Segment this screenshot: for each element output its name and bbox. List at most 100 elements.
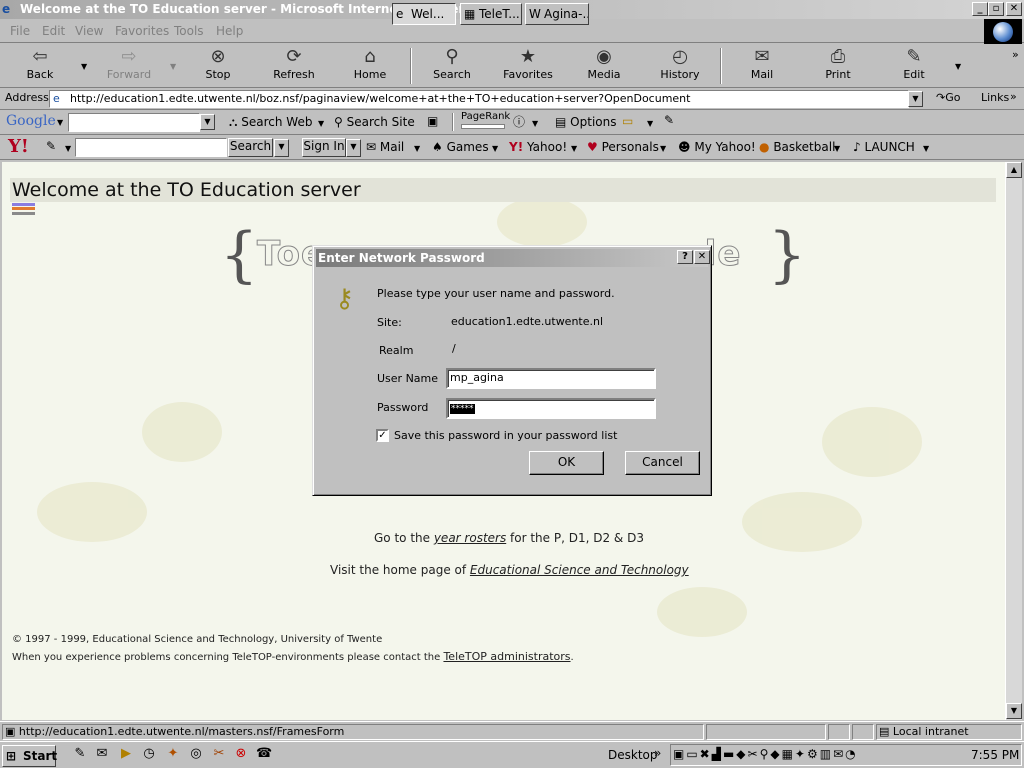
dialog-close-button[interactable]: ✕: [694, 250, 710, 264]
close-button[interactable]: ✕: [1006, 2, 1022, 16]
mail-button[interactable]: ✉ Mail: [734, 46, 790, 86]
dialog-title-bar: Enter Network Password ? ✕: [316, 249, 710, 267]
back-dropdown-icon[interactable]: ▼: [81, 62, 87, 71]
page-info-icon[interactable]: ⓘ: [513, 113, 525, 130]
yahoo-search-button[interactable]: Search: [228, 138, 273, 157]
highlighter-icon[interactable]: ✎: [664, 113, 674, 127]
vertical-scrollbar[interactable]: ▲ ▼: [1005, 162, 1022, 720]
yahoo-search-dropdown-icon[interactable]: ▼: [274, 139, 289, 157]
ok-button[interactable]: OK: [529, 451, 604, 475]
forward-button[interactable]: ⇨ Forward: [101, 46, 157, 86]
yahoo-basketball-button[interactable]: ● Basketball: [759, 140, 835, 154]
yahoo-myyahoo-button[interactable]: ☻ My Yahoo!: [678, 140, 756, 154]
edit-button[interactable]: ✎ Edit: [886, 46, 942, 86]
google-toolbar: Google ▼ ▼ ⛬ Search Web ▼ ⚲ Search Site …: [0, 110, 1024, 135]
print-button[interactable]: ⎙ Print: [810, 46, 866, 86]
media-button[interactable]: ◉ Media: [576, 46, 632, 86]
basketball-icon: ●: [759, 140, 770, 154]
yahoo-basketball-dropdown-icon[interactable]: ▼: [834, 144, 840, 153]
yahoo-personals-button[interactable]: ♥ Personals: [587, 140, 659, 154]
quicklaunch-icon[interactable]: ◷: [141, 746, 157, 762]
google-search-web-button[interactable]: ⛬ Search Web: [229, 115, 312, 130]
yahoo-mail-button[interactable]: ✉ Mail: [366, 140, 404, 154]
quicklaunch-icon[interactable]: ✦: [165, 746, 181, 762]
google-menu-dropdown-icon[interactable]: ▼: [57, 118, 63, 127]
quicklaunch-icon[interactable]: ☎: [256, 746, 272, 762]
cancel-button[interactable]: Cancel: [625, 451, 700, 475]
year-rosters-link[interactable]: year rosters: [434, 531, 506, 545]
site-label: Site:: [377, 316, 402, 329]
google-search-site-button[interactable]: ⚲ Search Site: [334, 115, 415, 129]
yahoo-games-dropdown-icon[interactable]: ▼: [492, 144, 498, 153]
search-web-dropdown-icon[interactable]: ▼: [318, 119, 324, 128]
favorites-button[interactable]: ★ Favorites: [500, 46, 556, 86]
scroll-down-icon[interactable]: ▼: [1006, 703, 1022, 719]
page-info-dropdown-icon[interactable]: ▼: [532, 119, 538, 128]
yahoo-signin-button[interactable]: Sign In: [302, 138, 346, 157]
yahoo-search-input[interactable]: [75, 138, 227, 157]
minimize-button[interactable]: _: [972, 2, 988, 16]
folder-dropdown-icon[interactable]: ▼: [647, 119, 653, 128]
quicklaunch-icon[interactable]: ✉: [94, 746, 110, 762]
menu-help[interactable]: Help: [216, 24, 243, 38]
links-chevron-icon[interactable]: »: [1010, 90, 1017, 103]
links-button[interactable]: Links: [981, 91, 1009, 104]
folder-icon[interactable]: ▭: [622, 114, 633, 128]
taskbar-item-agina[interactable]: W Agina-...: [525, 3, 589, 25]
taskbar-item-welcome[interactable]: e Wel...: [392, 3, 456, 25]
edit-dropdown-icon[interactable]: ▼: [955, 62, 961, 71]
quicklaunch-icon[interactable]: ✂: [211, 746, 227, 762]
quicklaunch-icon[interactable]: ▶: [118, 746, 134, 762]
google-search-dropdown-icon[interactable]: ▼: [200, 114, 215, 130]
menu-favorites[interactable]: Favorites: [115, 24, 169, 38]
menu-tools[interactable]: Tools: [174, 24, 204, 38]
restore-button[interactable]: ▫: [988, 2, 1004, 16]
yahoo-launch-button[interactable]: ♪ LAUNCH: [853, 140, 915, 154]
news-icon[interactable]: ▣: [427, 114, 438, 128]
toolbar-overflow-chevron-icon[interactable]: »: [1012, 48, 1019, 61]
yahoo-logo[interactable]: Y!: [8, 136, 29, 157]
taskbar-item-teletop[interactable]: ▦ TeleT...: [460, 3, 522, 25]
forward-dropdown-icon[interactable]: ▼: [170, 62, 176, 71]
google-options-button[interactable]: ▤ Options: [555, 115, 616, 129]
yahoo-games-button[interactable]: ♠ Games: [432, 140, 489, 154]
quicklaunch-icon[interactable]: ◎: [188, 746, 204, 762]
dialog-help-button[interactable]: ?: [677, 250, 693, 264]
history-button[interactable]: ◴ History: [652, 46, 708, 86]
menu-file[interactable]: File: [10, 24, 30, 38]
quicklaunch-icon[interactable]: ✎: [72, 746, 88, 762]
yahoo-home-button[interactable]: Y! Yahoo!: [509, 140, 567, 154]
heart-icon: ♥: [587, 140, 598, 154]
menu-edit[interactable]: Edit: [42, 24, 65, 38]
yahoo-launch-dropdown-icon[interactable]: ▼: [923, 144, 929, 153]
yahoo-pencil-dropdown-icon[interactable]: ▼: [65, 144, 71, 153]
yahoo-signin-dropdown-icon[interactable]: ▼: [346, 139, 361, 157]
scroll-up-icon[interactable]: ▲: [1006, 162, 1022, 178]
tray-icons[interactable]: ▣▭✖▟▬◆✂⚲◆▦✦⚙▥✉◔: [673, 747, 858, 761]
password-input[interactable]: *****: [446, 398, 656, 419]
teletop-task-icon: ▦: [464, 7, 476, 21]
desktop-toolbar-label[interactable]: Desktop: [608, 748, 658, 762]
google-logo[interactable]: Google: [6, 113, 56, 129]
educational-science-link[interactable]: Educational Science and Technology: [470, 563, 689, 577]
username-input[interactable]: mp_agina: [446, 368, 656, 389]
yahoo-home-dropdown-icon[interactable]: ▼: [571, 144, 577, 153]
start-button[interactable]: ⊞ Start: [2, 745, 57, 767]
refresh-button[interactable]: ⟳ Refresh: [266, 46, 322, 86]
google-search-input[interactable]: [68, 113, 200, 132]
address-dropdown-icon[interactable]: ▼: [908, 91, 923, 107]
yahoo-personals-dropdown-icon[interactable]: ▼: [660, 144, 666, 153]
home-button[interactable]: ⌂ Home: [342, 46, 398, 86]
yahoo-mail-dropdown-icon[interactable]: ▼: [414, 144, 420, 153]
back-button[interactable]: ⇦ Back: [12, 46, 68, 86]
save-password-checkbox[interactable]: ✓: [376, 429, 389, 442]
address-input[interactable]: e http://education1.edte.utwente.nl/boz.…: [49, 90, 909, 108]
quicklaunch-icon[interactable]: ⊗: [233, 746, 249, 762]
stop-button[interactable]: ⊗ Stop: [190, 46, 246, 86]
go-button[interactable]: ↷Go: [936, 91, 960, 104]
menu-view[interactable]: View: [75, 24, 103, 38]
search-button[interactable]: ⚲ Search: [424, 46, 480, 86]
teletop-admins-link[interactable]: TeleTOP administrators: [443, 650, 570, 663]
desktop-chevron-icon[interactable]: »: [654, 746, 661, 760]
yahoo-pencil-icon[interactable]: ✎: [46, 139, 56, 153]
